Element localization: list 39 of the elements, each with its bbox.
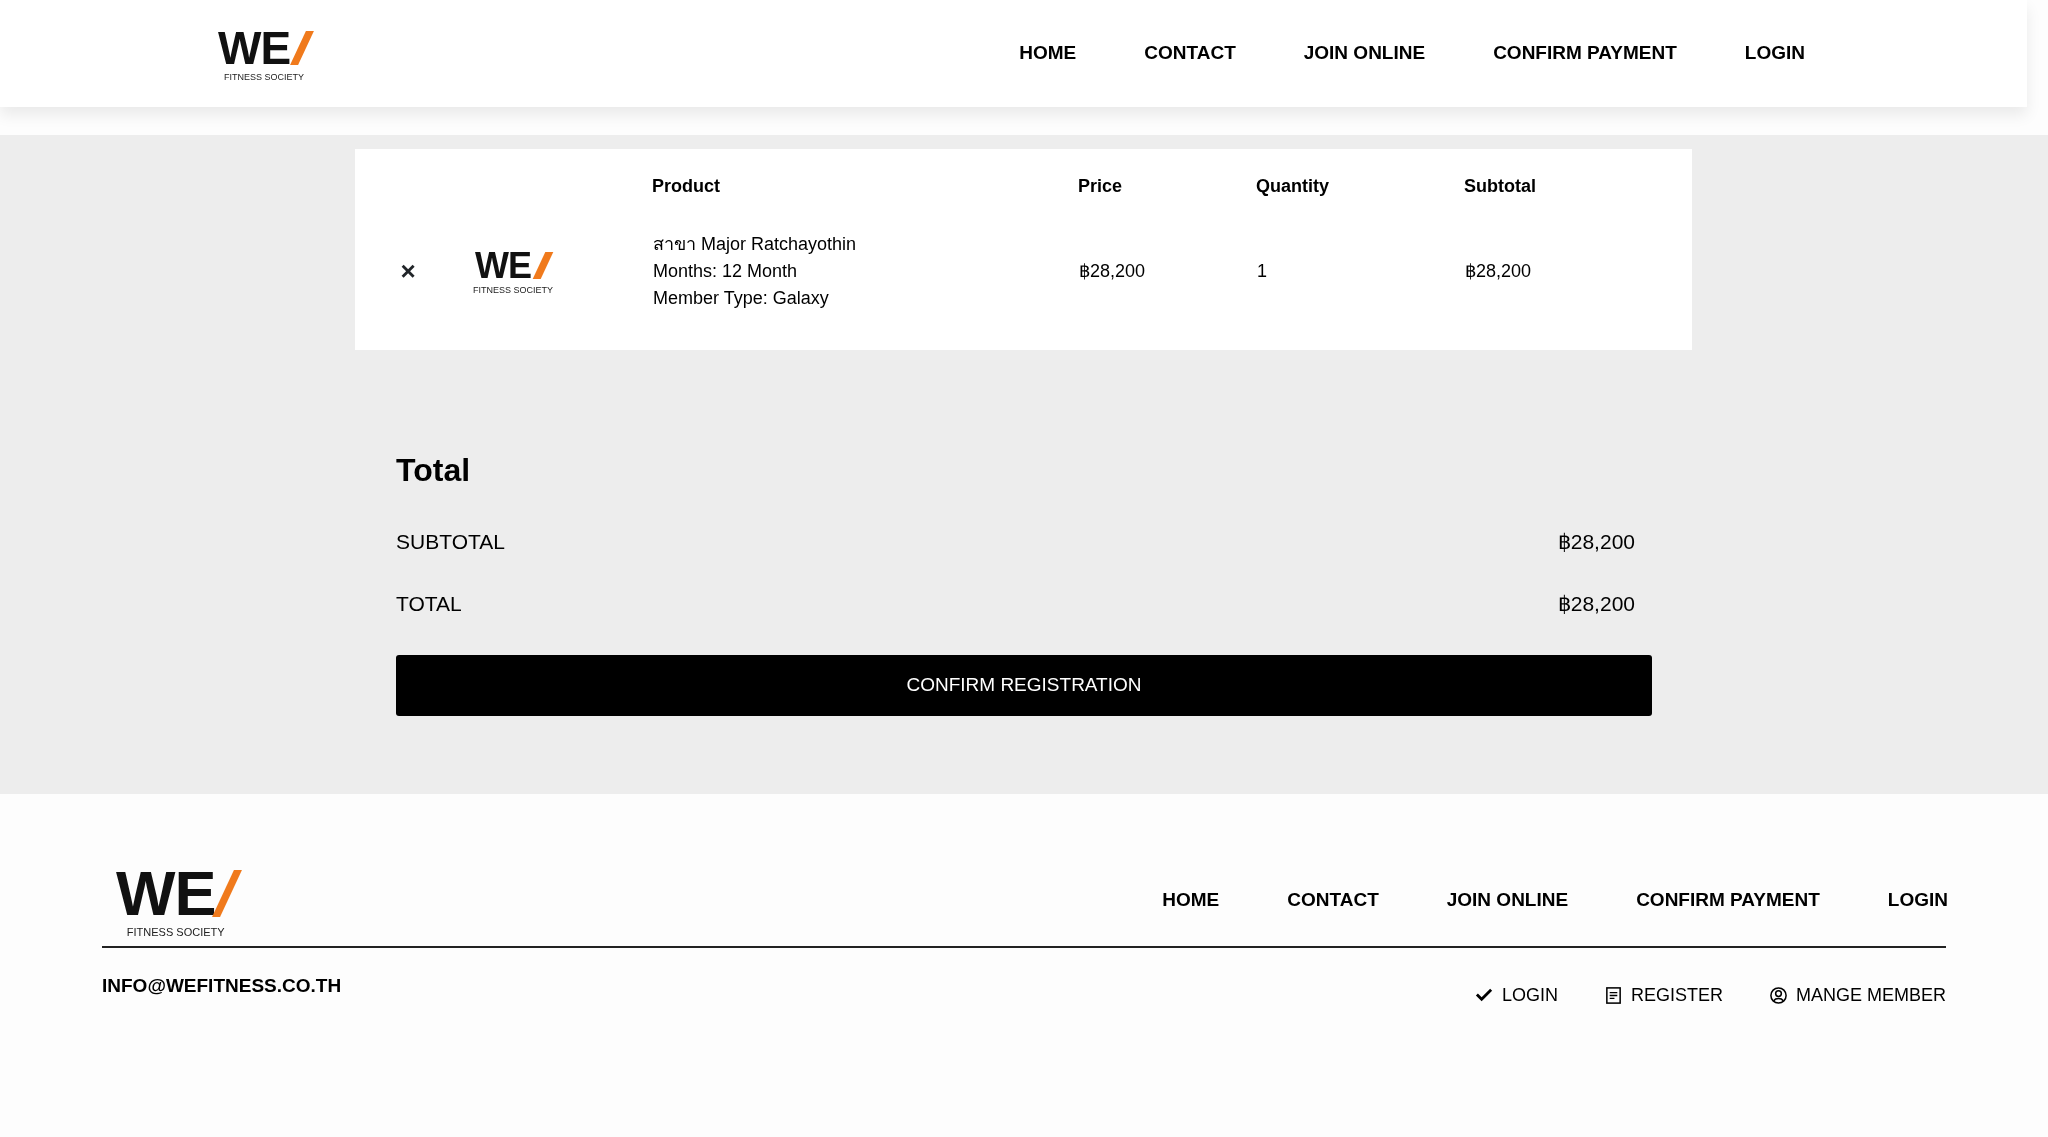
remove-button[interactable]: × (395, 258, 421, 284)
nav-link[interactable]: JOIN ONLINE (1303, 39, 1426, 68)
footer-link[interactable]: MANGE MEMBER (1796, 982, 1946, 1009)
total-label: TOTAL (396, 590, 462, 617)
nav-link[interactable]: CONFIRM PAYMENT (1636, 885, 1820, 915)
email-text: INFO@WEFITNESS.CO.TH (102, 974, 342, 998)
form-icon (1603, 986, 1623, 1005)
product-detail: Member Type: Galaxy (653, 286, 830, 310)
confirm-registration-button[interactable]: CONFIRM REGISTRATION (396, 655, 1652, 716)
nav-link[interactable]: HOME (1162, 885, 1220, 915)
logo-text[interactable]: WE (218, 25, 293, 71)
product-detail: Months: 12 Month (653, 259, 799, 283)
footer-link[interactable]: LOGIN (1501, 982, 1558, 1009)
nav-link[interactable]: LOGIN (1887, 885, 1948, 915)
nav-link[interactable]: CONTACT (1144, 39, 1236, 68)
total-value: ฿28,200 (1557, 590, 1635, 617)
nav-link[interactable]: JOIN ONLINE (1446, 885, 1569, 915)
footer-link[interactable]: REGISTER (1630, 982, 1723, 1009)
total-label: SUBTOTAL (396, 529, 505, 555)
logo-text[interactable]: WE (116, 862, 218, 925)
price-cell: ฿28,200 (1079, 260, 1146, 281)
logo-text[interactable]: WE (475, 247, 533, 284)
quantity-cell: 1 (1257, 260, 1267, 281)
nav-link[interactable]: HOME (1019, 39, 1077, 68)
nav-link[interactable]: CONFIRM PAYMENT (1493, 39, 1677, 68)
logo-tagline: FITNESS SOCIETY (126, 927, 225, 938)
column-header: Product (652, 176, 720, 196)
total-value: ฿28,200 (1557, 529, 1635, 555)
column-header: Subtotal (1464, 176, 1536, 196)
user-icon (1769, 986, 1788, 1005)
product-detail: สาขา Major Ratchayothin (653, 232, 858, 256)
totals-title: Total (396, 452, 471, 488)
nav-link[interactable]: CONTACT (1287, 885, 1379, 915)
nav-link[interactable]: LOGIN (1744, 39, 1805, 68)
column-header: Price (1078, 176, 1123, 196)
column-header: Quantity (1256, 176, 1329, 196)
logo-tagline: FITNESS SOCIETY (224, 73, 305, 82)
subtotal-cell: ฿28,200 (1465, 260, 1532, 281)
logo-tagline: FITNESS SOCIETY (473, 285, 553, 295)
